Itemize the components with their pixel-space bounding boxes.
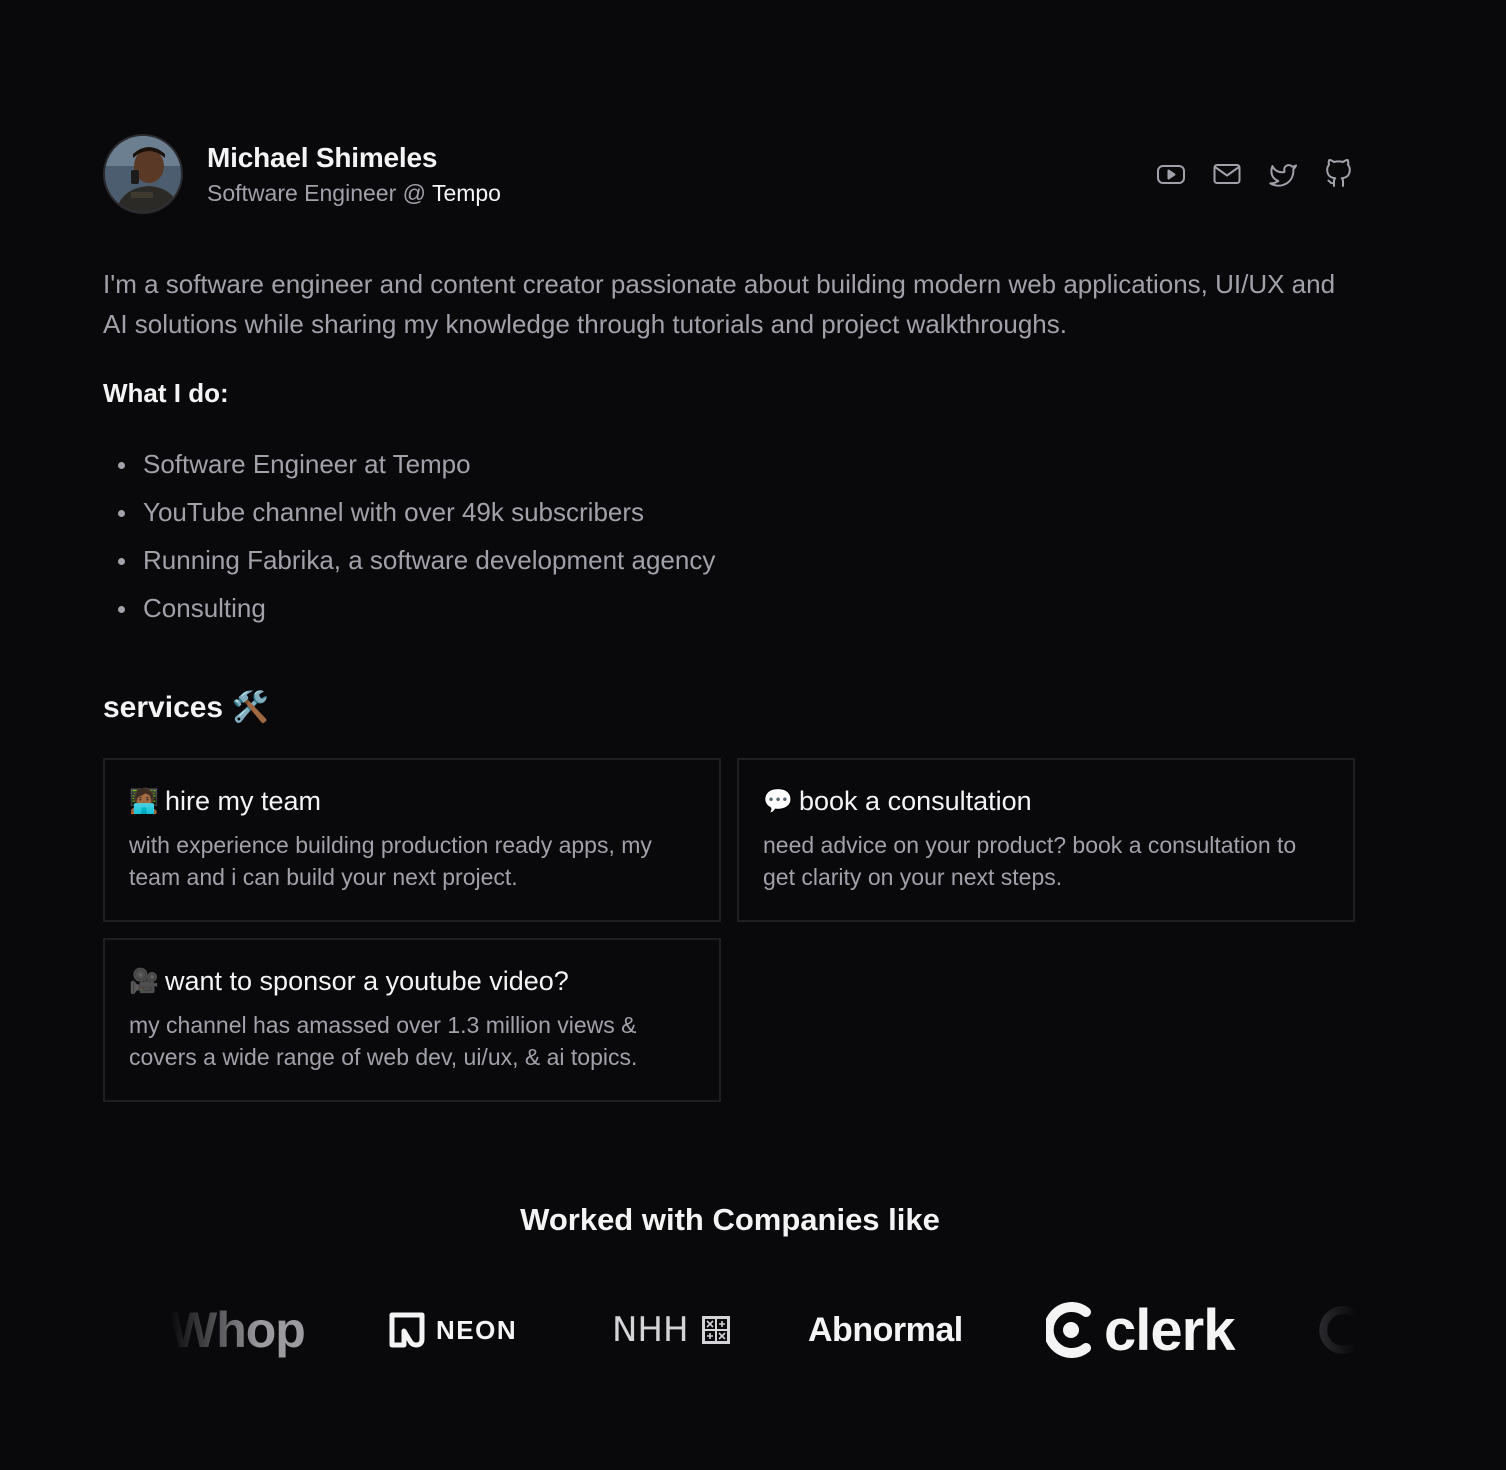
company-logos-carousel: Whop NEON NHH Abnormal clerk [170,1290,1356,1370]
company-link[interactable]: Tempo [432,180,501,206]
list-item: Running Fabrika, a software development … [118,536,715,584]
list-item: Consulting [118,584,715,632]
speech-bubble-icon: 💬 [763,788,793,815]
clerk-mark-icon [1046,1302,1091,1358]
what-i-do-heading: What I do: [103,378,229,408]
service-card-description: need advice on your product? book a cons… [763,832,1297,890]
service-card-sponsor[interactable]: 🎥 want to sponsor a youtube video? my cha… [103,938,721,1102]
service-card-consultation[interactable]: 💬 book a consultation need advice on your… [737,758,1355,922]
abnormal-logo: Abnormal [808,1310,963,1349]
list-item: YouTube channel with over 49k subscriber… [118,488,715,536]
neon-mark-icon [389,1312,425,1348]
bio-text: I'm a software engineer and content crea… [103,269,1336,339]
what-i-do-list: Software Engineer at Tempo YouTube chann… [118,440,715,632]
role-title: Software Engineer @ [207,180,432,206]
profile-name: Michael Shimeles [207,142,438,173]
carousel-fade-right [1266,1290,1356,1370]
movie-camera-icon: 🎥 [129,968,159,995]
service-card-description: with experience building production read… [129,832,652,890]
services-heading: services 🛠️ [103,691,269,724]
clerk-logo: clerk [1046,1290,1235,1370]
service-card-description: my channel has amassed over 1.3 million … [129,1012,638,1070]
social-links [1155,158,1355,190]
avatar-photo [105,136,181,212]
nhh-wordmark: NHH [612,1310,689,1350]
profile-role: Software Engineer @ Tempo [207,180,501,207]
neon-wordmark: NEON [436,1314,518,1345]
service-card-title: hire my team [165,786,322,816]
github-icon[interactable] [1323,158,1355,190]
nhh-logo: NHH [612,1290,731,1370]
technologist-emoji-icon: 🧑🏾‍💻 [129,788,159,815]
companies-heading: Worked with Companies like [520,1202,940,1237]
avatar [103,134,183,214]
list-item: Software Engineer at Tempo [118,440,715,488]
service-card-hire-team[interactable]: 🧑🏾‍💻 hire my team with experience buildin… [103,758,721,922]
youtube-icon[interactable] [1155,158,1187,190]
service-card-title: book a consultation [799,786,1032,816]
clerk-wordmark: clerk [1104,1297,1235,1363]
carousel-fade-left [170,1290,260,1370]
nhh-emblem-icon [701,1316,730,1344]
neon-logo: NEON [388,1290,517,1370]
profile-header: Michael Shimeles Software Engineer @ Tem… [103,134,1355,214]
mail-icon[interactable] [1211,158,1243,190]
service-card-title: want to sponsor a youtube video? [165,966,569,996]
twitter-icon[interactable] [1267,158,1299,190]
